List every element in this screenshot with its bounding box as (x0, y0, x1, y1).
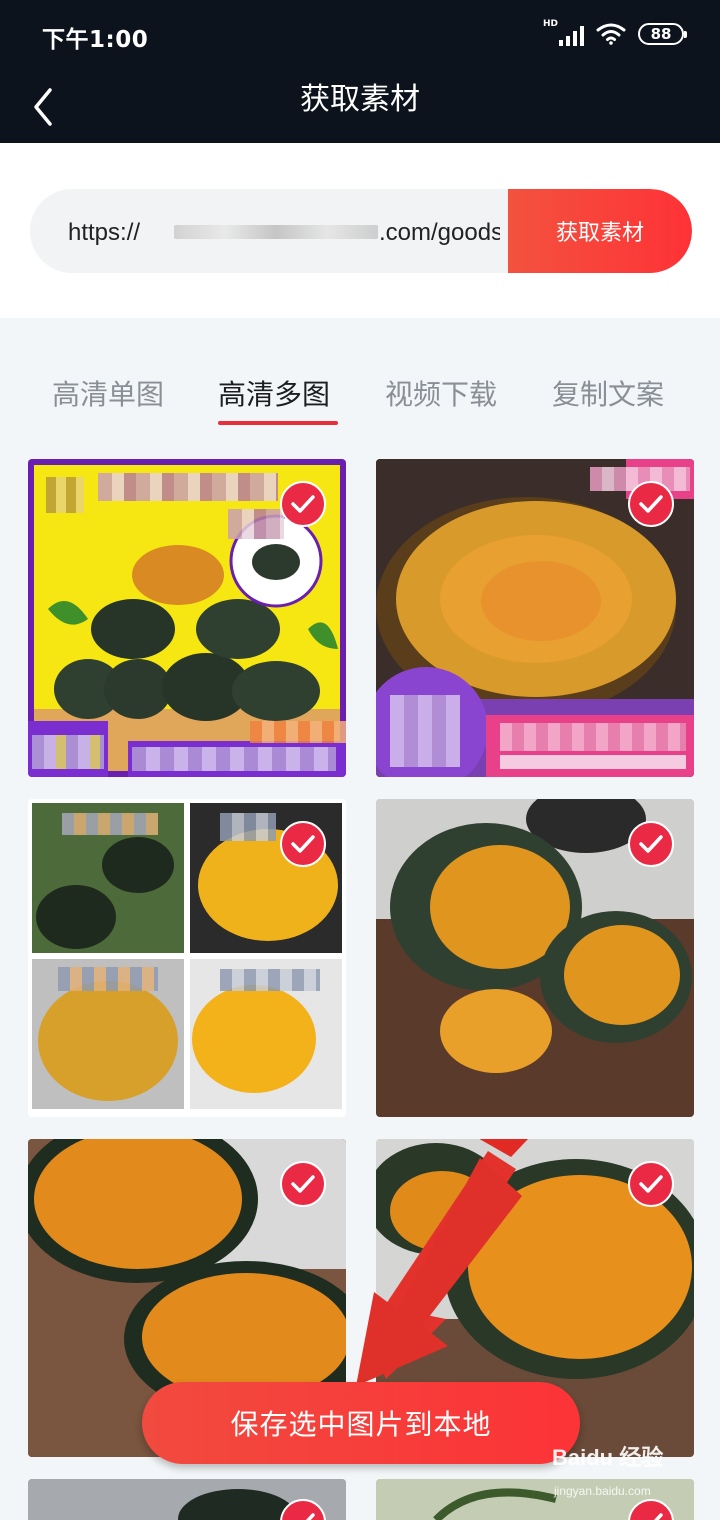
tab-hd-multi[interactable]: 高清多图 (218, 373, 330, 413)
redacted-text (500, 723, 686, 751)
hd-label: HD (543, 19, 559, 29)
url-prefix: https:// (68, 219, 141, 246)
selected-check-icon[interactable] (280, 821, 326, 867)
url-section: https:// .com/goods 获取素材 (0, 143, 720, 318)
tab-active-indicator (218, 421, 338, 425)
redacted-logo (46, 477, 84, 513)
tab-hd-single[interactable]: 高清单图 (52, 373, 164, 413)
selected-check-icon[interactable] (628, 481, 674, 527)
redacted-text (220, 969, 320, 991)
redacted-text (390, 695, 460, 767)
redacted-text (62, 813, 158, 835)
redacted-text (220, 813, 276, 841)
nav-bar: 获取素材 (0, 70, 720, 143)
tab-bar: 高清单图 高清多图 视频下载 复制文案 (0, 318, 720, 448)
redacted-text (228, 509, 284, 539)
page-title: 获取素材 (300, 82, 420, 117)
battery-level: 88 (650, 25, 672, 43)
redacted-text (58, 967, 158, 991)
image-card[interactable] (28, 799, 346, 1117)
tab-copy-text[interactable]: 复制文案 (552, 373, 664, 413)
image-card[interactable] (376, 799, 694, 1117)
baidu-watermark: Baidu 经验 (552, 1445, 664, 1470)
status-time: 下午1:00 (42, 27, 149, 53)
save-selected-button[interactable]: 保存选中图片到本地 (142, 1382, 580, 1464)
battery-icon: 88 (638, 23, 687, 45)
image-card[interactable] (376, 459, 694, 777)
url-input-box: https:// .com/goods 获取素材 (30, 189, 692, 273)
redacted-text (132, 747, 336, 771)
redacted-text (32, 735, 104, 769)
image-card[interactable] (28, 459, 346, 777)
tab-video-download[interactable]: 视频下载 (385, 373, 497, 413)
url-redacted (174, 225, 378, 239)
selected-check-icon[interactable] (628, 1161, 674, 1207)
arrow-annotation-icon (356, 1158, 522, 1386)
selected-check-icon[interactable] (628, 821, 674, 867)
wifi-icon (596, 23, 626, 45)
status-icons: HD 88 (543, 19, 687, 46)
signal-icon: HD (543, 19, 584, 46)
redacted-text (500, 755, 686, 769)
redacted-text (250, 721, 346, 743)
baidu-watermark-url: jingyan.baidu.com (554, 1484, 651, 1498)
selected-check-icon[interactable] (280, 1161, 326, 1207)
status-bar: 下午1:00 HD 88 (0, 0, 720, 70)
image-card[interactable] (28, 1479, 346, 1520)
selected-check-icon[interactable] (280, 481, 326, 527)
fetch-material-button[interactable]: 获取素材 (508, 189, 692, 273)
redacted-text (98, 473, 278, 501)
url-suffix: .com/goods (379, 219, 500, 246)
